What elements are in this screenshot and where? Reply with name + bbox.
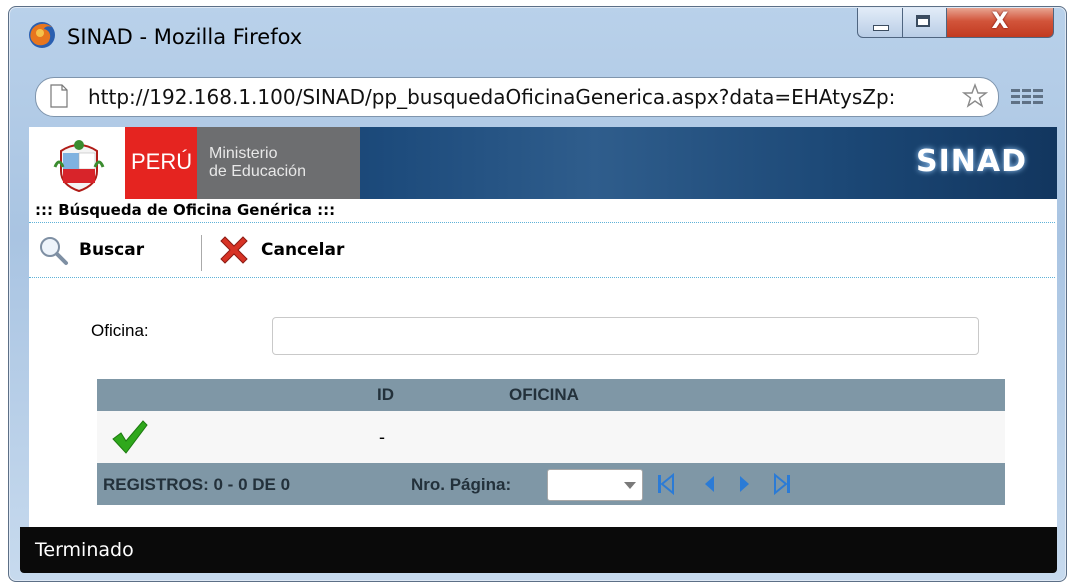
close-button[interactable]: X	[946, 8, 1054, 38]
maximize-icon	[916, 15, 930, 27]
divider	[29, 277, 1055, 278]
check-icon[interactable]	[109, 419, 149, 455]
page-number-label: Nro. Página:	[411, 475, 512, 494]
coat-of-arms-icon	[53, 140, 105, 193]
header-banner: PERÚ Ministerio de Educación SINAD	[29, 127, 1057, 199]
maximize-button[interactable]	[902, 8, 947, 38]
office-input[interactable]	[272, 317, 979, 355]
search-icon	[40, 237, 68, 265]
cancel-button[interactable]: Cancelar	[217, 233, 344, 267]
table-row[interactable]: -	[97, 411, 1005, 463]
menu-grid-icon[interactable]	[1009, 85, 1045, 109]
cancel-button-label: Cancelar	[261, 240, 345, 260]
first-page-icon[interactable]	[655, 473, 677, 495]
close-icon: X	[991, 9, 1009, 34]
minimize-button[interactable]	[857, 8, 903, 38]
office-label: Oficina:	[91, 321, 149, 340]
url-text[interactable]: http://192.168.1.100/SINAD/pp_busquedaOf…	[88, 85, 968, 109]
previous-page-icon[interactable]	[699, 473, 721, 495]
status-text: Terminado	[35, 539, 134, 561]
app-logo: SINAD	[916, 144, 1027, 179]
last-page-icon[interactable]	[771, 473, 793, 495]
search-button-label: Buscar	[79, 240, 145, 260]
page-content: PERÚ Ministerio de Educación SINAD ::: B…	[29, 127, 1057, 541]
ministry-line-1: Ministerio	[209, 145, 278, 162]
title-bar[interactable]: SINAD - Mozilla Firefox X	[9, 7, 1066, 65]
bookmark-star-icon[interactable]	[962, 83, 988, 109]
column-header-id[interactable]: ID	[377, 385, 394, 405]
row-id-cell: -	[379, 427, 385, 447]
firefox-icon	[29, 22, 55, 48]
toolbar: Buscar Cancelar	[29, 227, 1055, 273]
page-number-select[interactable]	[547, 469, 643, 501]
chevron-down-icon	[624, 482, 636, 489]
browser-window: SINAD - Mozilla Firefox X http://192.168…	[8, 6, 1067, 582]
cancel-x-icon	[220, 236, 248, 264]
url-bar[interactable]: http://192.168.1.100/SINAD/pp_busquedaOf…	[35, 77, 999, 117]
column-header-office[interactable]: OFICINA	[509, 385, 579, 405]
status-bar: Terminado	[20, 527, 1057, 573]
window-title: SINAD - Mozilla Firefox	[67, 25, 303, 49]
search-button[interactable]: Buscar	[37, 233, 144, 267]
toolbar-separator	[201, 235, 202, 271]
page-icon	[50, 84, 68, 108]
minimize-icon	[873, 25, 889, 31]
next-page-icon[interactable]	[733, 473, 755, 495]
divider	[29, 222, 1055, 223]
grid-header: ID OFICINA	[97, 379, 1005, 411]
country-label: PERÚ	[131, 149, 193, 174]
grid-footer: REGISTROS: 0 - 0 DE 0 Nro. Página:	[97, 463, 1005, 505]
ministry-line-2: de Educación	[209, 163, 306, 180]
page-title: ::: Búsqueda de Oficina Genérica :::	[35, 201, 336, 219]
records-count: REGISTROS: 0 - 0 DE 0	[103, 475, 291, 494]
